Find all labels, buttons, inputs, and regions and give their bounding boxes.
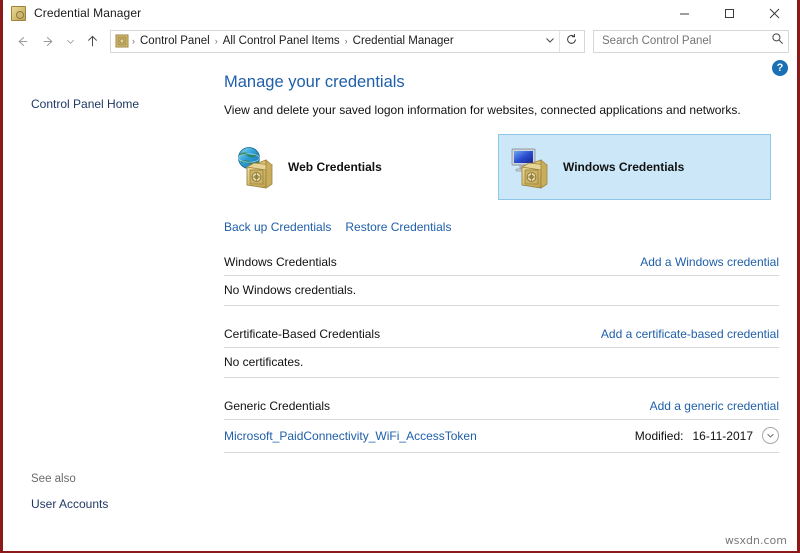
modified-label: Modified: [634, 428, 684, 443]
add-generic-credential-link[interactable]: Add a generic credential [650, 399, 779, 413]
window-controls [662, 0, 797, 26]
credential-row[interactable]: Microsoft_PaidConnectivity_WiFi_AccessTo… [224, 420, 779, 453]
chevron-down-icon[interactable] [762, 427, 779, 444]
see-also-section: See also User Accounts [3, 473, 216, 511]
tile-web-credentials[interactable]: Web Credentials [224, 134, 497, 200]
address-bar[interactable]: › Control Panel › All Control Panel Item… [110, 29, 585, 53]
page-subtitle: View and delete your saved logon informa… [224, 103, 741, 117]
tile-web-credentials-label: Web Credentials [288, 160, 382, 174]
modified-date: 16-11-2017 [692, 428, 754, 443]
window-icon [11, 5, 26, 21]
search-box[interactable] [593, 29, 789, 53]
add-certificate-based-credential-link[interactable]: Add a certificate-based credential [601, 327, 779, 341]
restore-credentials-link[interactable]: Restore Credentials [345, 220, 451, 234]
up-icon[interactable] [79, 29, 105, 53]
empty-message: No certificates. [224, 355, 304, 369]
back-icon[interactable] [9, 29, 35, 53]
credential-name-link[interactable]: Microsoft_PaidConnectivity_WiFi_AccessTo… [224, 429, 477, 443]
section-certificate-based-credentials: Certificate-Based Credentials Add a cert… [224, 327, 779, 378]
section-header: Generic Credentials Add a generic creden… [224, 399, 779, 420]
watermark: wsxdn.com [724, 534, 787, 547]
minimize-button[interactable] [662, 0, 707, 26]
breadcrumb-item-control-panel[interactable]: Control Panel [136, 35, 214, 47]
globe-vault-icon [234, 144, 280, 190]
empty-message: No Windows credentials. [224, 283, 357, 297]
close-button[interactable] [752, 0, 797, 26]
main-content: ? Manage your credentials View and delet… [216, 56, 797, 553]
credential-manager-window: Credential Manager › Control Panel › All… [0, 0, 800, 553]
maximize-button[interactable] [707, 0, 752, 26]
navigation-bar: › Control Panel › All Control Panel Item… [3, 26, 797, 56]
forward-icon[interactable] [35, 29, 61, 53]
search-icon[interactable] [771, 32, 784, 50]
window-title: Credential Manager [34, 6, 142, 20]
tile-windows-credentials-label: Windows Credentials [563, 160, 685, 174]
credential-action-links: Back up Credentials Restore Credentials [224, 220, 779, 234]
sidebar: Control Panel Home See also User Account… [3, 56, 216, 553]
address-dropdown-icon[interactable] [541, 35, 559, 48]
breadcrumb: › Control Panel › All Control Panel Item… [131, 35, 541, 47]
recent-locations-icon[interactable] [61, 29, 79, 53]
section-empty-row: No certificates. [224, 348, 779, 378]
section-title: Certificate-Based Credentials [224, 327, 381, 341]
body-area: Control Panel Home See also User Account… [3, 56, 797, 553]
breadcrumb-item-credential-manager[interactable]: Credential Manager [349, 35, 458, 47]
backup-credentials-link[interactable]: Back up Credentials [224, 220, 331, 234]
credential-type-tiles: Web Credentials Windows Credentials [224, 134, 779, 200]
section-title: Generic Credentials [224, 399, 331, 413]
credential-row-meta: Modified: 16-11-2017 [635, 427, 779, 444]
address-vault-icon [115, 34, 129, 48]
monitor-vault-icon [509, 144, 555, 190]
title-bar: Credential Manager [3, 0, 797, 26]
breadcrumb-item-all-control-panel-items[interactable]: All Control Panel Items [219, 35, 344, 47]
section-empty-row: No Windows credentials. [224, 276, 779, 306]
section-header: Certificate-Based Credentials Add a cert… [224, 327, 779, 348]
refresh-icon[interactable] [560, 33, 582, 49]
help-icon[interactable]: ? [772, 60, 788, 76]
add-windows-credential-link[interactable]: Add a Windows credential [640, 255, 779, 269]
section-title: Windows Credentials [224, 255, 337, 269]
see-also-heading: See also [31, 473, 76, 485]
section-generic-credentials: Generic Credentials Add a generic creden… [224, 399, 779, 453]
section-windows-credentials: Windows Credentials Add a Windows creden… [224, 255, 779, 306]
section-header: Windows Credentials Add a Windows creden… [224, 255, 779, 276]
page-title: Manage your credentials [224, 73, 405, 91]
search-input[interactable] [602, 35, 771, 47]
sidebar-item-control-panel-home[interactable]: Control Panel Home [3, 96, 216, 112]
sidebar-item-user-accounts[interactable]: User Accounts [3, 497, 216, 511]
tile-windows-credentials[interactable]: Windows Credentials [498, 134, 771, 200]
